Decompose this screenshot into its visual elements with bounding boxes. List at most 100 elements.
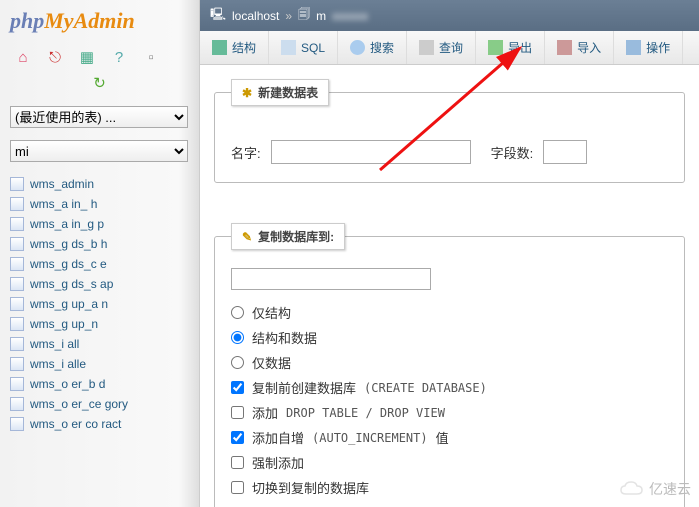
check-create-db[interactable] (231, 381, 244, 394)
query-icon (419, 40, 434, 55)
table-item[interactable]: wms_o er_b d (10, 374, 199, 394)
check-drop-table[interactable] (231, 406, 244, 419)
table-item[interactable]: wms_g up_n (10, 314, 199, 334)
opt-auto-inc[interactable]: 添加自增 (AUTO_INCREMENT) 值 (231, 425, 668, 450)
opt-structure-only[interactable]: 仅结构 (231, 300, 668, 325)
opt-drop-table-label: 添加 (252, 403, 278, 422)
recent-tables-row: (最近使用的表) ... (0, 100, 199, 134)
fields-label: 字段数: (491, 143, 534, 162)
opt-force[interactable]: 强制添加 (231, 450, 668, 475)
tab-import-label: 导入 (577, 39, 601, 56)
tab-structure[interactable]: 结构 (200, 31, 269, 64)
table-item[interactable]: wms_admin (10, 174, 199, 194)
table-icon (10, 417, 24, 431)
import-icon (557, 40, 572, 55)
table-name: wms_g up_a n (30, 297, 108, 311)
tab-search[interactable]: 搜索 (338, 31, 407, 64)
copy-db-name-input[interactable] (231, 268, 431, 290)
table-name-input[interactable] (271, 140, 471, 164)
table-item[interactable]: wms_o er_ce gory (10, 394, 199, 414)
home-icon[interactable]: ⌂ (14, 48, 32, 66)
opt-data-only-label: 仅数据 (252, 353, 291, 372)
server-icon: 🖳 (210, 5, 226, 26)
refresh-icon[interactable]: ↻ (93, 75, 106, 92)
opt-drop-table-code: DROP TABLE / DROP VIEW (286, 406, 445, 420)
opt-switch-to[interactable]: 切换到复制的数据库 (231, 475, 668, 500)
field-count-input[interactable] (543, 140, 587, 164)
table-name: wms_i alle (30, 357, 86, 371)
watermark-text: 亿速云 (649, 479, 691, 499)
create-table-legend: ✱ 新建数据表 (231, 79, 329, 106)
copy-db-legend: ✎ 复制数据库到: (231, 223, 345, 250)
tab-operations[interactable]: 操作 (614, 31, 683, 64)
table-name: wms_a in_ h (30, 197, 97, 211)
table-item[interactable]: wms_i alle (10, 354, 199, 374)
table-item[interactable]: wms_i all (10, 334, 199, 354)
sql-icon (281, 40, 296, 55)
table-item[interactable]: wms_g ds_c e (10, 254, 199, 274)
search-icon (350, 40, 365, 55)
check-auto-inc[interactable] (231, 431, 244, 444)
new-table-icon: ✱ (242, 86, 252, 100)
tab-sql[interactable]: SQL (269, 31, 338, 64)
tab-structure-label: 结构 (232, 39, 256, 56)
edit-icon: ✎ (242, 230, 252, 244)
breadcrumb-host[interactable]: localhost (232, 9, 279, 23)
table-icon (10, 237, 24, 251)
table-item[interactable]: wms_g ds_b h (10, 234, 199, 254)
radio-data-only[interactable] (231, 356, 244, 369)
table-name: wms_o er_ce gory (30, 397, 128, 411)
logo-part2: MyAdmin (44, 8, 134, 33)
table-name: wms_o er co ract (30, 417, 121, 431)
help-icon[interactable]: ? (110, 48, 128, 66)
docs-icon[interactable]: ▫ (142, 48, 160, 66)
opt-force-label: 强制添加 (252, 453, 304, 472)
opt-auto-inc-label: 添加自增 (252, 428, 304, 447)
check-force[interactable] (231, 456, 244, 469)
logo-part1: php (10, 8, 44, 33)
opt-create-db-label: 复制前创建数据库 (252, 378, 356, 397)
export-icon (488, 40, 503, 55)
breadcrumb-db[interactable]: m (316, 9, 326, 23)
database-row: mi (0, 134, 199, 168)
opt-create-db[interactable]: 复制前创建数据库 (CREATE DATABASE) (231, 375, 668, 400)
opt-drop-table[interactable]: 添加 DROP TABLE / DROP VIEW (231, 400, 668, 425)
recent-tables-select[interactable]: (最近使用的表) ... (10, 106, 188, 128)
table-item[interactable]: wms_g up_a n (10, 294, 199, 314)
table-name: wms_i all (30, 337, 79, 351)
tab-import[interactable]: 导入 (545, 31, 614, 64)
radio-structure-only[interactable] (231, 306, 244, 319)
tab-export[interactable]: 导出 (476, 31, 545, 64)
name-label: 名字: (231, 143, 261, 162)
operations-icon (626, 40, 641, 55)
radio-structure-data[interactable] (231, 331, 244, 344)
table-icon (10, 217, 24, 231)
opt-data-only[interactable]: 仅数据 (231, 350, 668, 375)
cloud-icon (619, 480, 645, 498)
table-item[interactable]: wms_a in_g p (10, 214, 199, 234)
sql-query-icon[interactable]: ▦ (78, 48, 96, 66)
table-icon (10, 197, 24, 211)
table-item[interactable]: wms_g ds_s ap (10, 274, 199, 294)
create-table-legend-text: 新建数据表 (258, 84, 318, 101)
create-table-fieldset: ✱ 新建数据表 名字: 字段数: (214, 79, 685, 183)
tab-query-label: 查询 (439, 39, 463, 56)
database-select[interactable]: mi (10, 140, 188, 162)
tab-search-label: 搜索 (370, 39, 394, 56)
logout-icon[interactable]: ⎋ (46, 48, 64, 66)
database-icon: 🗐 (298, 5, 310, 26)
table-item[interactable]: wms_o er co ract (10, 414, 199, 434)
opt-structure-data[interactable]: 结构和数据 (231, 325, 668, 350)
table-item[interactable]: wms_a in_ h (10, 194, 199, 214)
copy-db-legend-text: 复制数据库到: (258, 228, 334, 245)
tab-export-label: 导出 (508, 39, 532, 56)
watermark: 亿速云 (619, 479, 691, 499)
panel-area: ✱ 新建数据表 名字: 字段数: ✎ 复制数据库到: 仅结构 结构和数据 仅数据… (200, 65, 699, 507)
table-icon (10, 397, 24, 411)
table-name: wms_admin (30, 177, 94, 191)
copy-db-fieldset: ✎ 复制数据库到: 仅结构 结构和数据 仅数据 复制前创建数据库 (CREATE… (214, 223, 685, 507)
tab-query[interactable]: 查询 (407, 31, 476, 64)
tab-sql-label: SQL (301, 41, 325, 55)
check-switch-to[interactable] (231, 481, 244, 494)
opt-create-db-code: (CREATE DATABASE) (364, 381, 487, 395)
